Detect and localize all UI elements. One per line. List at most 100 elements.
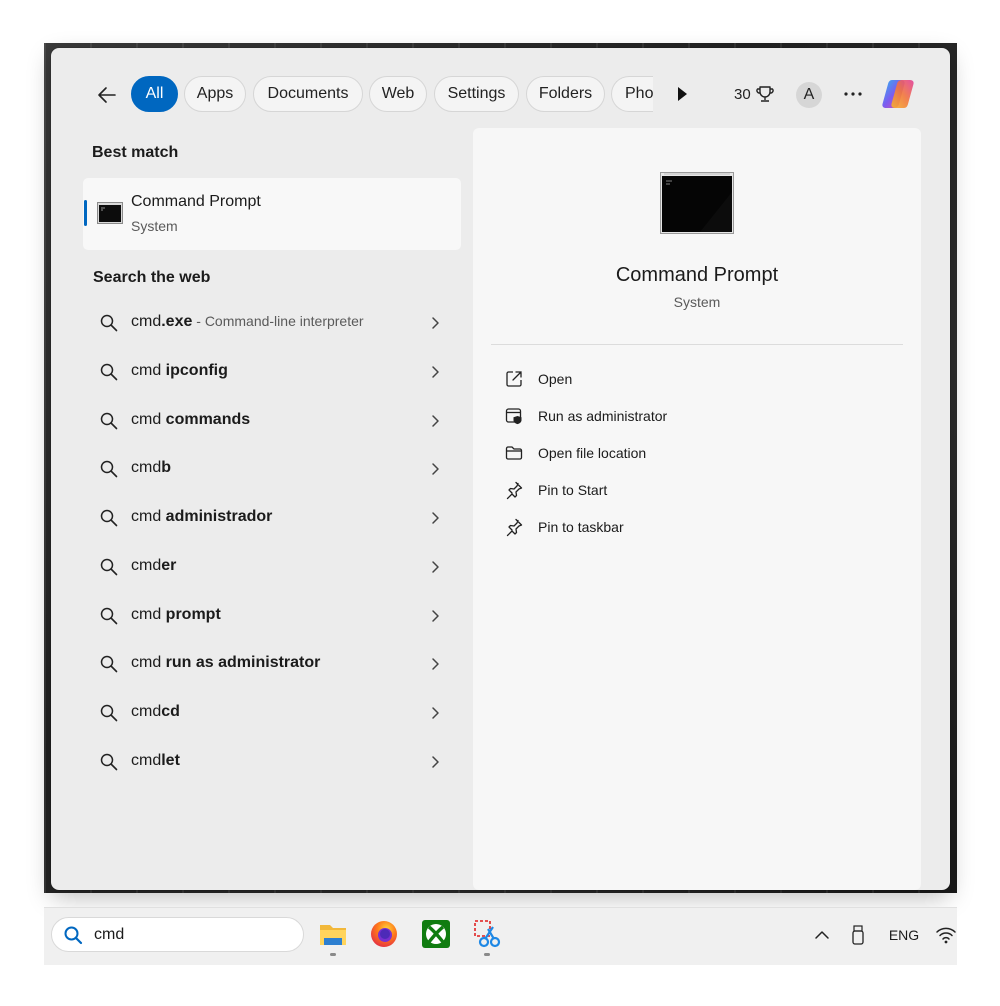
web-result-item[interactable]: cmd.exe - Command-line interpreter	[83, 301, 461, 345]
chevron-right-icon	[432, 512, 439, 524]
web-result-label: cmdb	[131, 459, 171, 477]
web-result-label: cmd.exe - Command-line interpreter	[131, 313, 364, 331]
filter-tab-documents[interactable]: Documents	[253, 76, 363, 112]
folder-icon	[505, 446, 523, 460]
chevron-right-icon	[432, 561, 439, 573]
search-icon	[100, 460, 118, 478]
snipping-tool-icon[interactable]	[471, 918, 503, 950]
chevron-right-icon	[432, 610, 439, 622]
web-result-prefix: cmd	[131, 411, 166, 428]
web-result-suggestion: ipconfig	[165, 362, 228, 379]
search-icon	[100, 558, 118, 576]
filter-tab-photos[interactable]: Pho	[611, 76, 653, 112]
web-result-prefix: cmd	[131, 459, 162, 476]
web-result-suggestion: let	[161, 752, 180, 769]
web-result-prefix: cmd	[131, 508, 166, 525]
action-run-as-administrator[interactable]: Run as administrator	[501, 401, 881, 431]
action-open-label: Open	[538, 371, 573, 387]
copilot-button[interactable]	[880, 76, 916, 112]
preview-pane: Command Prompt System Open Run as admini…	[473, 128, 921, 890]
web-result-label: cmd ipconfig	[131, 362, 228, 380]
taskbar-search-input[interactable]: cmd	[94, 926, 124, 944]
show-hidden-icons-button[interactable]	[812, 924, 832, 946]
web-result-item[interactable]: cmd run as administrator	[83, 642, 461, 686]
filter-tab-settings[interactable]: Settings	[434, 76, 519, 112]
firefox-icon[interactable]	[368, 918, 400, 950]
best-match-heading: Best match	[92, 144, 179, 161]
preview-subtitle: System	[673, 294, 721, 310]
rewards-points-value: 30	[734, 85, 751, 103]
usb-drive-icon	[852, 925, 864, 945]
open-external-icon	[506, 371, 522, 387]
selection-indicator	[84, 200, 87, 226]
web-result-item[interactable]: cmd commands	[83, 399, 461, 443]
search-icon	[100, 509, 118, 527]
file-explorer-icon[interactable]	[317, 918, 349, 950]
usb-device-button[interactable]	[849, 924, 867, 946]
web-result-suggestion: prompt	[165, 606, 221, 623]
copilot-icon	[882, 80, 914, 108]
account-avatar[interactable]: A	[796, 82, 822, 108]
web-result-suggestion: administrador	[165, 508, 273, 525]
web-result-prefix: cmd	[131, 654, 166, 671]
web-result-suggestion: commands	[165, 411, 251, 428]
action-open-file-location[interactable]: Open file location	[501, 438, 881, 468]
web-result-item[interactable]: cmder	[83, 545, 461, 589]
search-web-heading: Search the web	[93, 269, 211, 286]
best-match-item[interactable]: Command Prompt System	[83, 178, 461, 250]
action-run-as-administrator-label: Run as administrator	[538, 408, 668, 424]
xbox-icon[interactable]	[420, 918, 452, 950]
play-right-icon	[678, 87, 687, 101]
web-result-item[interactable]: cmdlet	[83, 740, 461, 784]
web-result-label: cmdlet	[131, 752, 180, 770]
web-result-item[interactable]: cmd ipconfig	[83, 350, 461, 394]
web-result-suggestion: .exe	[161, 313, 193, 330]
back-button[interactable]	[92, 80, 122, 110]
web-result-suggestion: cd	[161, 703, 180, 720]
search-icon	[100, 363, 118, 381]
scroll-filters-button[interactable]	[672, 84, 692, 104]
web-result-suggestion: er	[161, 557, 177, 574]
shield-admin-icon	[505, 408, 522, 425]
web-result-suggestion: b	[161, 459, 172, 476]
filter-tab-apps[interactable]: Apps	[184, 76, 246, 112]
action-pin-to-start[interactable]: Pin to Start	[501, 475, 881, 505]
web-result-suggestion: run as administrator	[165, 654, 321, 671]
action-pin-to-taskbar[interactable]: Pin to taskbar	[501, 512, 881, 542]
filter-tab-web[interactable]: Web	[369, 76, 427, 112]
trophy-icon	[755, 86, 774, 102]
wifi-icon	[936, 927, 956, 944]
more-options-button[interactable]	[842, 84, 864, 104]
web-result-item[interactable]: cmdcd	[83, 691, 461, 735]
web-result-prefix: cmd	[131, 752, 162, 769]
filter-tab-all[interactable]: All	[131, 76, 178, 112]
web-result-prefix: cmd	[131, 606, 166, 623]
web-result-label: cmd run as administrator	[131, 654, 320, 672]
search-icon	[100, 607, 118, 625]
language-indicator[interactable]: ENG	[886, 924, 922, 946]
web-result-label: cmdcd	[131, 703, 180, 721]
chevron-right-icon	[432, 366, 439, 378]
network-button[interactable]	[935, 924, 957, 946]
arrow-left-icon	[98, 87, 116, 103]
web-result-item[interactable]: cmd prompt	[83, 594, 461, 638]
search-icon	[100, 704, 118, 722]
search-icon	[100, 412, 118, 430]
web-result-item[interactable]: cmd administrador	[83, 496, 461, 540]
taskbar-search-box[interactable]: cmd	[51, 917, 304, 952]
search-icon	[100, 753, 118, 771]
search-icon	[64, 926, 83, 945]
web-result-prefix: cmd	[131, 703, 162, 720]
action-open[interactable]: Open	[501, 364, 881, 394]
command-prompt-icon	[97, 202, 123, 224]
web-result-label: cmder	[131, 557, 176, 575]
web-result-label: cmd administrador	[131, 508, 272, 526]
action-pin-to-start-label: Pin to Start	[538, 482, 608, 498]
filter-tab-folders[interactable]: Folders	[526, 76, 605, 112]
chevron-right-icon	[432, 658, 439, 670]
rewards-points[interactable]: 30	[734, 84, 775, 104]
best-match-type: System	[131, 218, 178, 234]
running-indicator	[330, 953, 336, 956]
web-result-item[interactable]: cmdb	[83, 447, 461, 491]
chevron-right-icon	[432, 415, 439, 427]
